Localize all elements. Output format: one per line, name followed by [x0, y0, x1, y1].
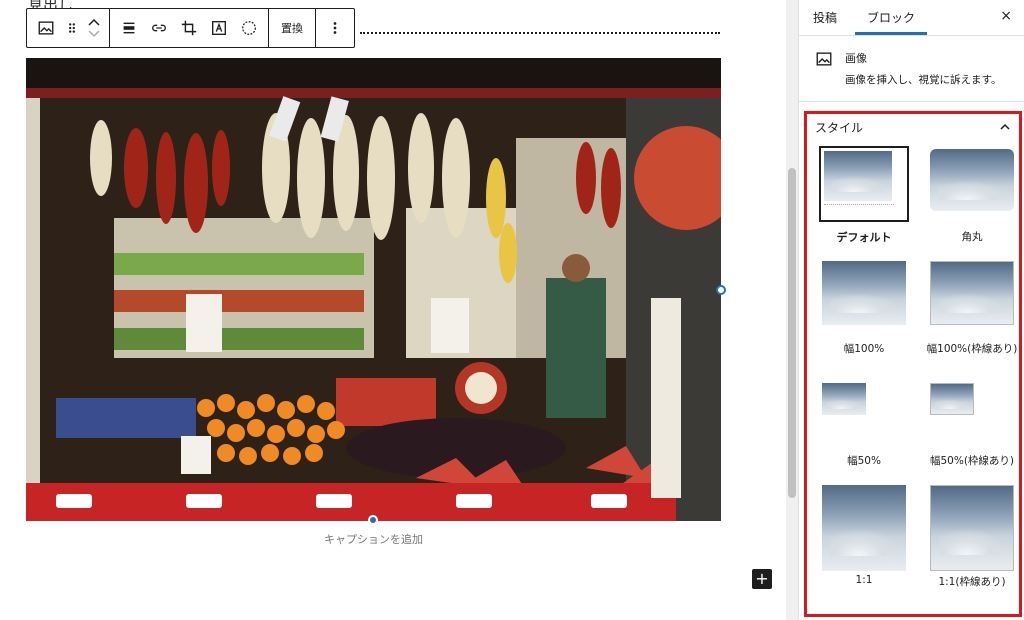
chevron-down-icon[interactable] — [87, 28, 101, 40]
text-overlay-button[interactable] — [204, 9, 234, 47]
style-option-default[interactable]: デフォルト — [811, 146, 917, 258]
preview-caption — [824, 204, 894, 208]
block-toolbar: 置換 — [26, 8, 355, 48]
style-option-square-bordered[interactable]: 1:1(枠線あり) — [919, 482, 1024, 594]
block-card-description: 画像を挿入し、視覚に訴えます。 — [845, 74, 1002, 86]
style-preview — [927, 370, 1017, 446]
image-icon — [816, 52, 832, 66]
replace-button[interactable]: 置換 — [273, 9, 311, 47]
style-preview — [819, 258, 909, 334]
align-button[interactable] — [114, 9, 144, 47]
editor-canvas: 見出し 置換 キャプションを追加 + — [0, 0, 790, 620]
style-option-label: 1:1(枠線あり) — [938, 576, 1006, 588]
block-mover — [83, 9, 105, 47]
style-option-full-width-bordered[interactable]: 幅100%(枠線あり) — [919, 258, 1024, 370]
link-button[interactable] — [144, 9, 174, 47]
style-preview — [927, 482, 1017, 572]
drag-handle[interactable] — [61, 9, 83, 47]
preview-thumbnail — [824, 151, 892, 201]
circle-mask-icon — [242, 21, 256, 35]
image-icon — [38, 21, 54, 35]
align-icon — [123, 22, 135, 34]
text-overlay-icon — [212, 21, 226, 35]
toolbar-group-block — [27, 9, 110, 47]
preview-thumbnail — [930, 383, 974, 415]
styles-panel: スタイル デフォルト 角丸 幅100% 幅100%(枠線あり) 幅50% 幅50… — [804, 111, 1022, 617]
editor-scrollbar[interactable] — [786, 0, 798, 620]
style-options: デフォルト 角丸 幅100% 幅100%(枠線あり) 幅50% 幅50%(枠線あ… — [807, 140, 1019, 594]
preview-thumbnail — [822, 261, 906, 325]
toolbar-group-tools — [110, 9, 269, 47]
style-option-label: 幅100% — [843, 343, 885, 355]
style-preview — [927, 258, 1017, 334]
preview-thumbnail — [822, 383, 866, 415]
style-option-rounded[interactable]: 角丸 — [919, 146, 1024, 258]
chevron-up-icon[interactable] — [87, 16, 101, 28]
crop-button[interactable] — [174, 9, 204, 47]
preview-thumbnail — [930, 485, 1014, 571]
style-option-label: デフォルト — [836, 231, 892, 244]
block-card-text: 画像 画像を挿入し、視覚に訴えます。 — [845, 50, 1002, 86]
style-option-label: 幅100%(枠線あり) — [926, 343, 1018, 355]
circle-mask-button[interactable] — [234, 9, 264, 47]
crop-icon — [181, 20, 197, 36]
toolbar-group-more — [316, 9, 354, 47]
resize-handle-bottom[interactable] — [368, 515, 378, 525]
style-option-label: 1:1 — [855, 574, 873, 586]
style-option-label: 幅50%(枠線あり) — [929, 455, 1015, 467]
styles-panel-header[interactable]: スタイル — [807, 114, 1019, 140]
preview-thumbnail — [930, 149, 1014, 211]
style-option-half-width-bordered[interactable]: 幅50%(枠線あり) — [919, 370, 1024, 482]
scrollbar-thumb[interactable] — [788, 168, 796, 498]
chevron-up-icon — [1000, 123, 1010, 130]
style-preview — [819, 146, 909, 222]
block-inserter-button[interactable]: + — [752, 569, 772, 589]
market-photo-illustration — [26, 58, 721, 521]
heading-underline — [360, 32, 720, 34]
sidebar-tabs: 投稿 ブロック × — [799, 0, 1024, 36]
more-options-button[interactable] — [320, 9, 350, 47]
tab-block[interactable]: ブロック — [855, 0, 927, 35]
close-icon[interactable]: × — [1000, 8, 1012, 24]
block-card: 画像 画像を挿入し、視覚に訴えます。 — [799, 36, 1024, 102]
block-type-button[interactable] — [31, 9, 61, 47]
caption-placeholder[interactable]: キャプションを追加 — [26, 531, 721, 547]
style-preview — [819, 482, 909, 572]
style-option-full-width[interactable]: 幅100% — [811, 258, 917, 370]
settings-sidebar: 投稿 ブロック × 画像 画像を挿入し、視覚に訴えます。 スタイル デフォルト — [798, 0, 1024, 620]
style-preview — [927, 146, 1017, 222]
drag-handle-icon — [69, 23, 75, 33]
toolbar-group-replace: 置換 — [269, 9, 316, 47]
style-option-label: 角丸 — [961, 231, 983, 243]
styles-panel-title: スタイル — [815, 120, 864, 135]
style-option-half-width[interactable]: 幅50% — [811, 370, 917, 482]
link-icon — [152, 24, 166, 32]
preview-thumbnail — [822, 485, 906, 571]
style-option-square[interactable]: 1:1 — [811, 482, 917, 594]
more-options-icon — [333, 22, 337, 34]
tab-post[interactable]: 投稿 — [811, 0, 839, 35]
block-card-title: 画像 — [845, 52, 867, 65]
preview-thumbnail — [930, 261, 1014, 325]
resize-handle-right[interactable] — [716, 285, 726, 295]
style-option-label: 幅50% — [847, 455, 881, 467]
market-stall-image[interactable] — [26, 58, 721, 521]
style-preview — [819, 370, 909, 446]
